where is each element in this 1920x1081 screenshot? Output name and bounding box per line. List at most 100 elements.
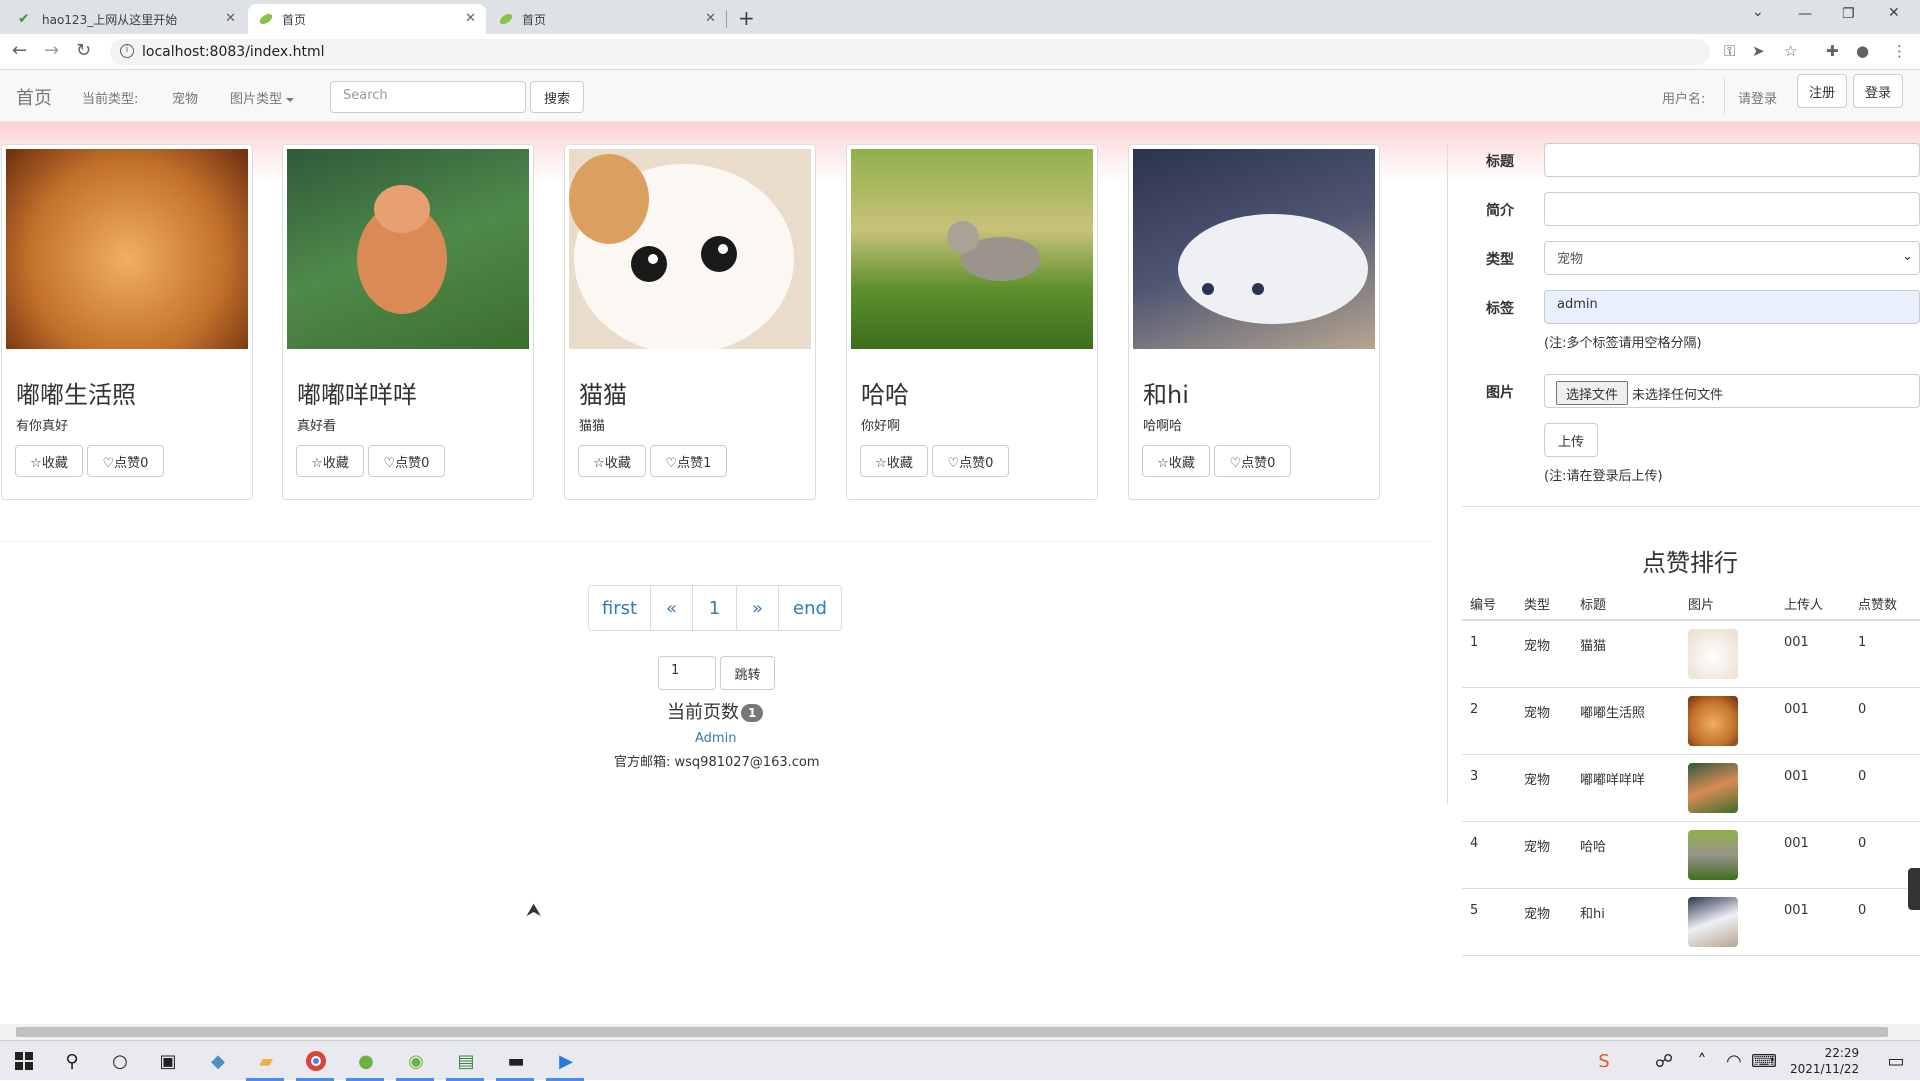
search-button[interactable]: 搜索 — [530, 81, 584, 113]
row-thumbnail[interactable] — [1688, 896, 1738, 947]
leaf-favicon-icon — [258, 11, 274, 27]
scrollbar-thumb[interactable] — [16, 1027, 1888, 1037]
row-thumbnail[interactable] — [1688, 762, 1738, 813]
title-input[interactable] — [1544, 143, 1920, 177]
close-tab-icon[interactable]: ✕ — [465, 11, 476, 26]
card-image[interactable] — [6, 149, 248, 349]
card-image[interactable] — [851, 149, 1093, 349]
search-icon[interactable]: ⚲ — [60, 1049, 84, 1073]
tab-search-chevron-icon[interactable]: ⌄ — [1752, 4, 1764, 20]
close-window-icon[interactable]: ✕ — [1888, 5, 1900, 21]
jump-page-input[interactable]: 1 — [658, 656, 716, 690]
page-end-link[interactable]: end — [779, 586, 841, 630]
terminal-icon[interactable]: ▬ — [504, 1049, 528, 1073]
horizontal-scrollbar[interactable] — [0, 1024, 1920, 1040]
row-thumbnail[interactable] — [1688, 629, 1738, 679]
tab-home-active[interactable]: 首页 ✕ — [248, 4, 486, 34]
brand-home-link[interactable]: 首页 — [16, 84, 52, 110]
page-next-link[interactable]: » — [737, 586, 779, 630]
file-explorer-icon[interactable]: ▰ — [254, 1049, 278, 1073]
close-tab-icon[interactable]: ✕ — [225, 11, 236, 26]
leaf-app-icon[interactable]: ◉ — [404, 1049, 428, 1073]
system-clock[interactable]: 22:29 2021/11/22 — [1790, 1045, 1859, 1077]
app-icon[interactable]: ◆ — [206, 1049, 230, 1073]
card-title: 嘟嘟生活照 — [16, 381, 136, 409]
header-image: 图片 — [1680, 588, 1776, 621]
admin-link[interactable]: Admin — [695, 731, 736, 746]
close-tab-icon[interactable]: ✕ — [705, 11, 716, 26]
browser-tab-bar: ✔ hao123_上网从这里开始 ✕ 首页 ✕ 首页 ✕ + ⌄ — ❐ ✕ — [0, 0, 1920, 34]
cortana-icon[interactable]: ○ — [108, 1049, 132, 1073]
like-button[interactable]: ♡点赞0 — [368, 445, 445, 477]
tray-chevron-up-icon[interactable]: ˄ — [1690, 1049, 1714, 1073]
minimize-icon[interactable]: — — [1798, 6, 1812, 22]
row-uploader: 001 — [1776, 620, 1850, 688]
bookmark-star-icon[interactable]: ☆ — [1784, 42, 1797, 60]
row-thumbnail[interactable] — [1688, 695, 1738, 746]
intro-input[interactable] — [1544, 192, 1920, 226]
search-input[interactable]: Search — [330, 81, 526, 113]
type-select[interactable]: 宠物 ⌄ — [1544, 241, 1920, 275]
address-bar[interactable]: i localhost:8083/index.html — [110, 39, 1710, 65]
register-button[interactable]: 注册 — [1797, 74, 1847, 108]
type-selected-value: 宠物 — [1557, 252, 1584, 267]
profile-icon[interactable]: ● — [1856, 42, 1869, 60]
windows-start-icon[interactable] — [12, 1049, 36, 1073]
favorite-button[interactable]: ☆收藏 — [15, 445, 83, 477]
video-app-icon[interactable]: ▶ — [554, 1049, 578, 1073]
people-icon[interactable]: ☍ — [1652, 1049, 1676, 1073]
notification-icon[interactable]: ▭ — [1884, 1049, 1908, 1073]
like-button[interactable]: ♡点赞0 — [1214, 445, 1291, 477]
choose-file-button[interactable]: 选择文件 — [1556, 381, 1628, 405]
clock-date: 2021/11/22 — [1790, 1062, 1860, 1076]
upload-button[interactable]: 上传 — [1544, 423, 1598, 457]
spring-tool-icon[interactable]: ● — [354, 1049, 378, 1073]
site-info-icon[interactable]: i — [120, 44, 134, 58]
new-tab-icon[interactable]: + — [738, 6, 755, 30]
tab-hao123[interactable]: ✔ hao123_上网从这里开始 ✕ — [8, 4, 246, 34]
chrome-icon[interactable] — [304, 1049, 328, 1073]
task-view-icon[interactable]: ▣ — [156, 1049, 180, 1073]
network-icon[interactable]: ◠ — [1722, 1049, 1746, 1073]
favorite-button[interactable]: ☆收藏 — [1142, 445, 1210, 477]
like-button[interactable]: ♡点赞0 — [87, 445, 164, 477]
login-button[interactable]: 登录 — [1853, 74, 1903, 108]
send-icon[interactable]: ➤ — [1752, 42, 1765, 60]
row-title: 哈哈 — [1572, 821, 1680, 889]
image-type-dropdown[interactable]: 图片类型 — [230, 88, 295, 107]
floating-side-tab[interactable] — [1908, 868, 1920, 910]
back-icon[interactable]: ← — [12, 40, 27, 61]
notepad-icon[interactable]: ▤ — [454, 1049, 478, 1073]
tray-app-icon[interactable]: S — [1592, 1049, 1616, 1073]
row-thumbnail[interactable] — [1688, 829, 1738, 880]
tab-home[interactable]: 首页 ✕ — [488, 4, 726, 34]
header-title: 标题 — [1572, 588, 1680, 621]
like-button[interactable]: ♡点赞0 — [932, 445, 1009, 477]
card-image[interactable] — [569, 149, 811, 354]
upload-note: (注:请在登录后上传) — [1544, 469, 1663, 484]
key-icon[interactable]: ⚿ — [1724, 42, 1735, 60]
favorite-button[interactable]: ☆收藏 — [296, 445, 364, 477]
card-image[interactable] — [1133, 149, 1375, 349]
like-button[interactable]: ♡点赞1 — [650, 445, 727, 477]
jump-button[interactable]: 跳转 — [720, 656, 775, 690]
restore-icon[interactable]: ❐ — [1842, 6, 1855, 22]
card-desc: 猫猫 — [579, 419, 606, 434]
keyboard-icon[interactable]: ⌨ — [1751, 1049, 1777, 1073]
tag-input[interactable]: admin — [1544, 290, 1920, 324]
row-uploader: 001 — [1776, 687, 1850, 755]
forward-icon[interactable]: → — [44, 40, 59, 61]
reload-icon[interactable]: ↻ — [76, 40, 91, 61]
extensions-icon[interactable]: ✚ — [1826, 42, 1839, 60]
row-image-cell — [1680, 687, 1776, 755]
menu-kebab-icon[interactable]: ⋮ — [1892, 42, 1907, 60]
page-number-link[interactable]: 1 — [693, 586, 737, 630]
favorite-button[interactable]: ☆收藏 — [578, 445, 646, 477]
favorite-button[interactable]: ☆收藏 — [860, 445, 928, 477]
page-prev-link[interactable]: « — [651, 586, 693, 630]
type-label: 类型 — [1486, 252, 1514, 268]
page-first-link[interactable]: first — [589, 586, 651, 630]
card-image[interactable] — [287, 149, 529, 349]
current-type-link[interactable]: 宠物 — [172, 88, 198, 107]
login-hint-link[interactable]: 请登录 — [1738, 88, 1777, 107]
